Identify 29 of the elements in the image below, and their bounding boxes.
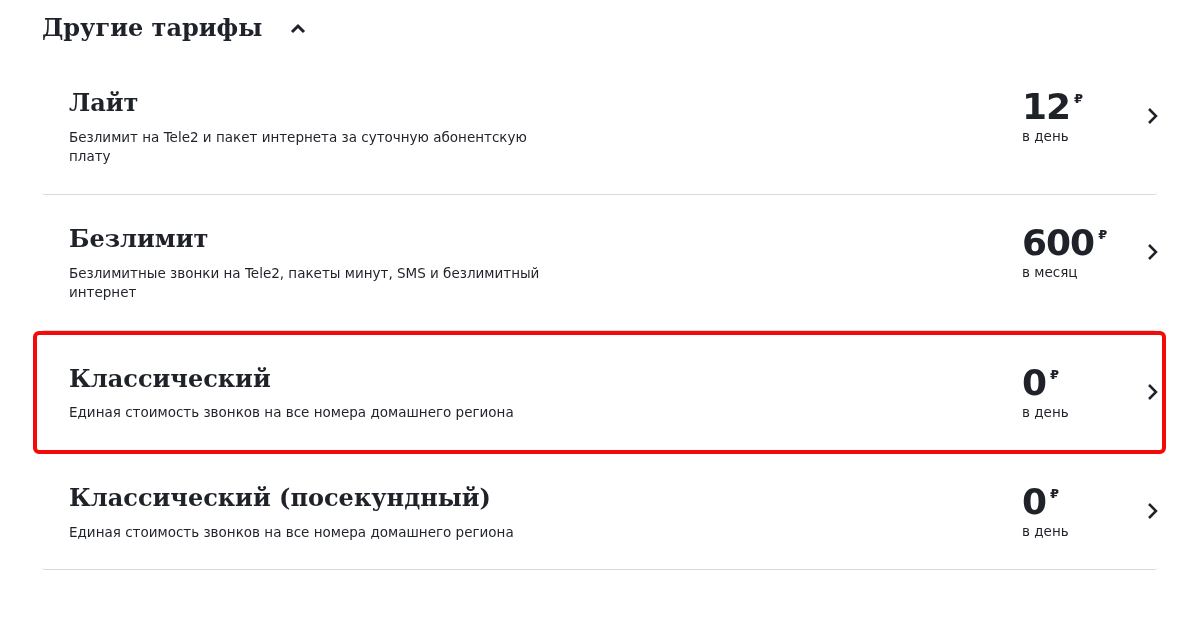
tariff-name: Классический: [69, 364, 272, 394]
price-amount: 12: [1022, 85, 1071, 127]
currency-sign: ₽: [1050, 486, 1060, 501]
tariff-description: Безлимитные звонки на Tele2, пакеты минут, SMS и безлимитный интернет: [69, 263, 541, 303]
section-title: Другие тарифы: [42, 14, 263, 43]
currency-sign: ₽: [1050, 366, 1060, 382]
chevron-right-icon[interactable]: [1147, 106, 1159, 125]
tariff-row[interactable]: Лайт Безлимит на Tele2 и пакет интернета за суточную абонентскую плату 12₽ в день: [42, 58, 1157, 195]
price-period: в день: [1022, 402, 1070, 422]
tariff-name: Безлимит: [69, 224, 210, 254]
tariff-row[interactable]: Безлимит Безлимитные звонки на Tele2, пакеты минут, SMS и безлимитный интернет 600₽ в месяц: [42, 194, 1157, 331]
chevron-right-icon[interactable]: [1147, 242, 1159, 261]
tariff-name: Классический (посекундный): [69, 484, 492, 513]
price-amount: 600: [1022, 221, 1095, 263]
price-amount: 0: [1022, 481, 1047, 522]
currency-sign: ₽: [1074, 90, 1084, 106]
price-period: в месяц: [1022, 262, 1079, 282]
price-period: в день: [1022, 126, 1070, 146]
tariff-row[interactable]: Классический Единая стоимость звонков на все номера домашнего региона 0₽ в день: [33, 330, 1166, 454]
chevron-right-icon[interactable]: [1147, 382, 1159, 401]
currency-sign: ₽: [1098, 226, 1108, 242]
tariff-description: Единая стоимость звонков на все номера домашнего региона: [69, 522, 515, 542]
tariff-description: Единая стоимость звонков на все номера домашнего региона: [69, 403, 515, 423]
tariff-name: Лайт: [69, 88, 140, 118]
tariff-description: Безлимит на Tele2 и пакет интернета за суточную абонентскую плату: [69, 127, 528, 167]
price-period: в день: [1022, 522, 1070, 541]
tariff-row[interactable]: Классический (посекундный) Единая стоимость звонков на все номера домашнего региона 0₽ в день: [42, 454, 1157, 571]
chevron-right-icon[interactable]: [1147, 502, 1159, 520]
price-amount: 0: [1022, 361, 1047, 403]
